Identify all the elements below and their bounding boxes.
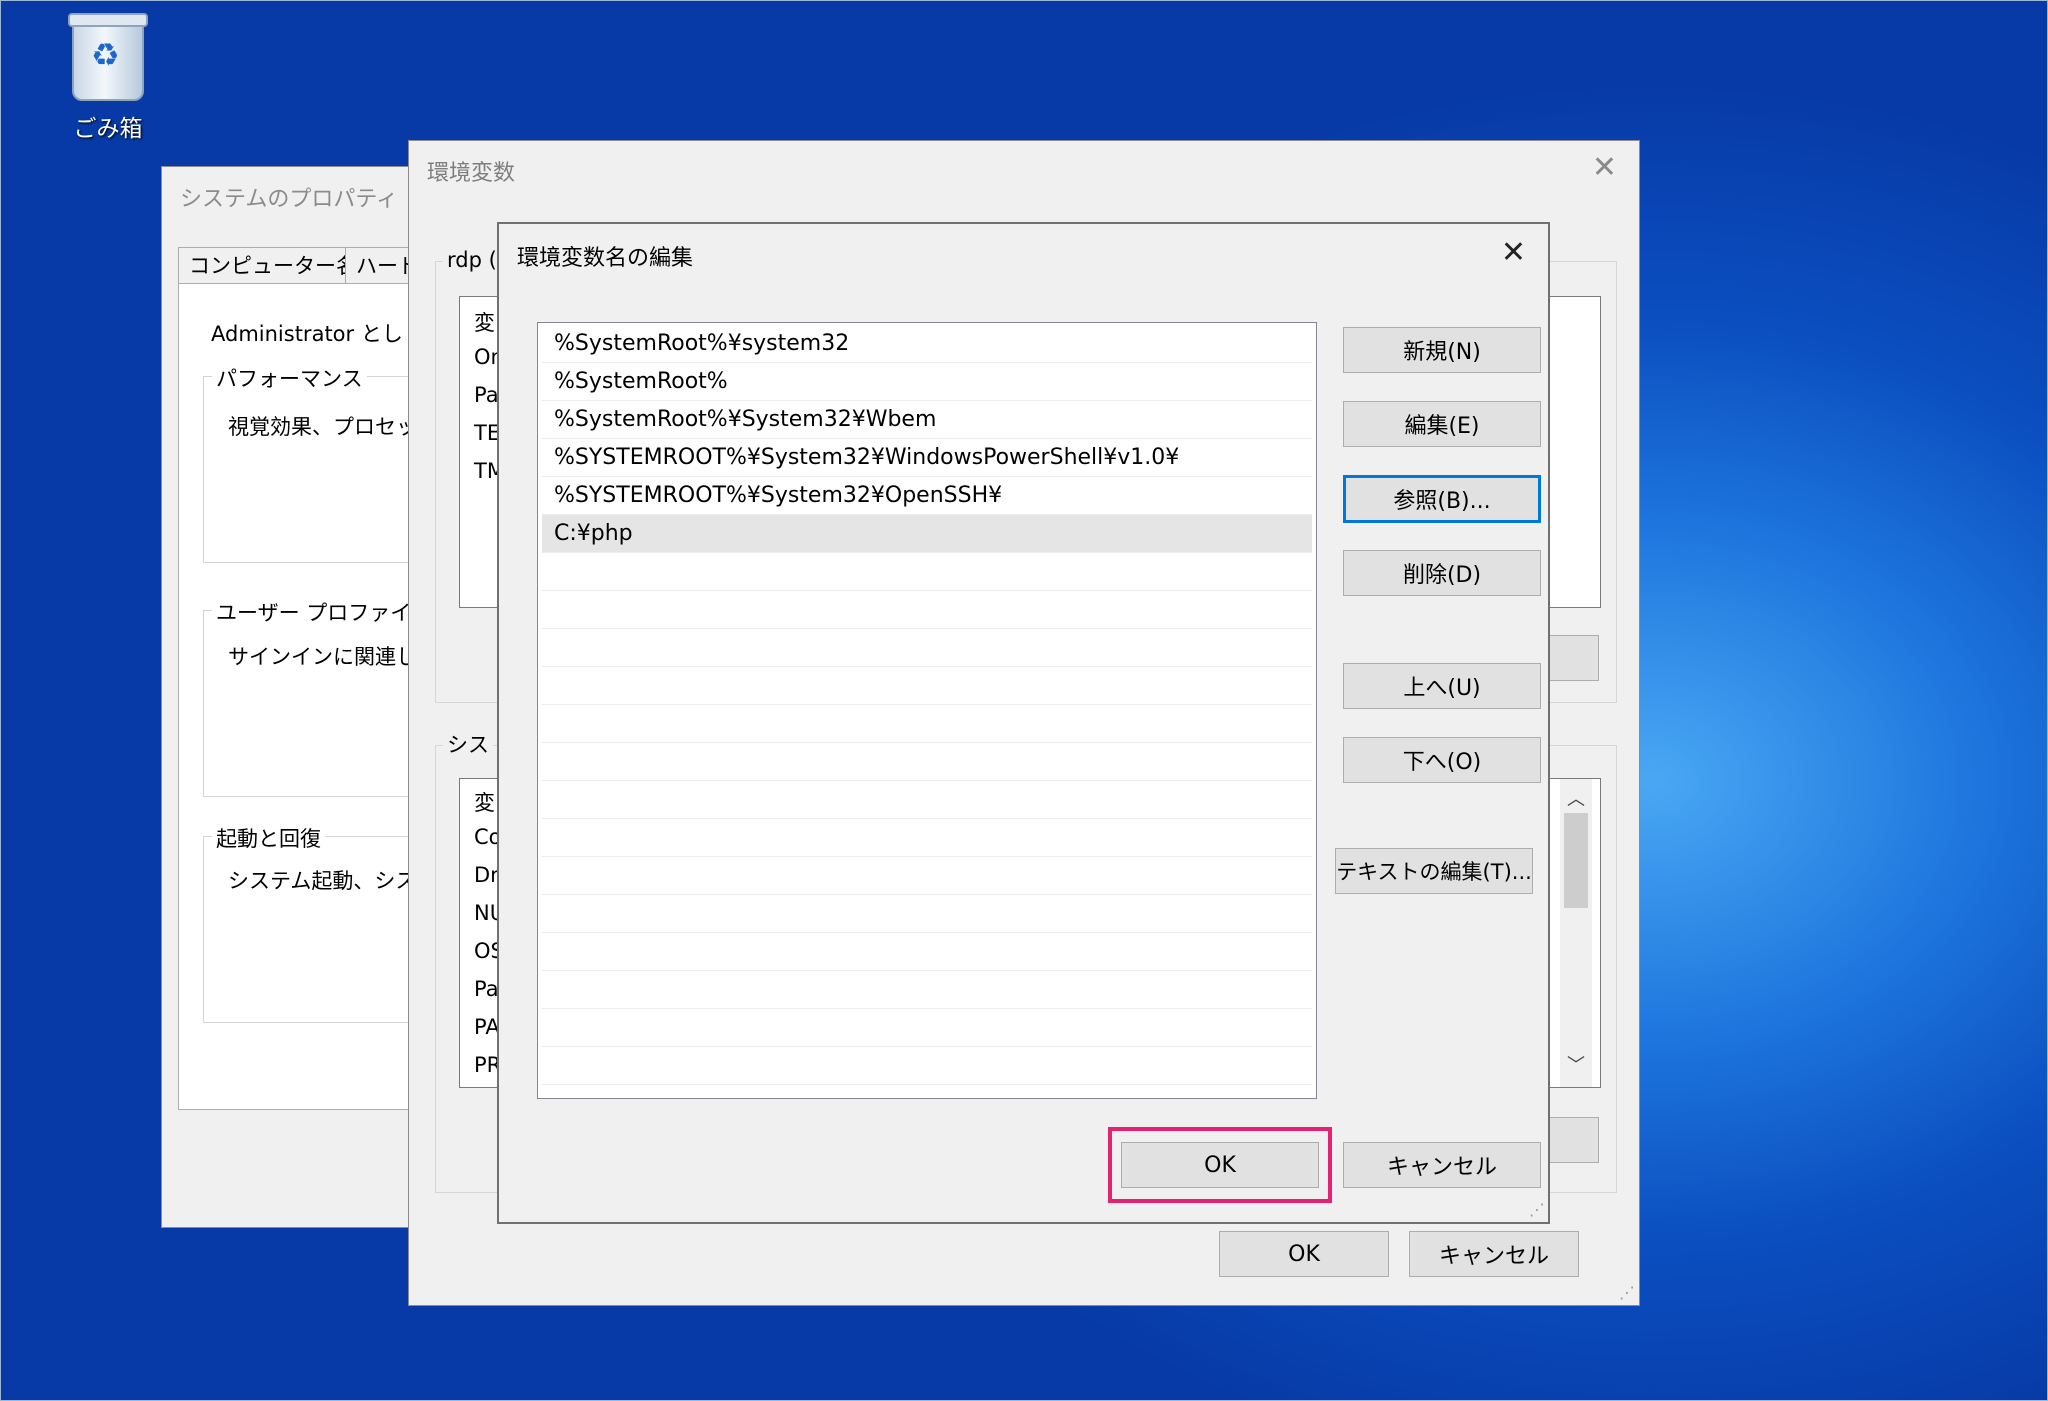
user-delete-button-partial[interactable]	[1549, 635, 1599, 681]
user-profile-text: サインインに関連し	[228, 645, 417, 669]
close-icon[interactable]: ✕	[1592, 153, 1617, 183]
empty-row[interactable]	[542, 933, 1312, 971]
cancel-button[interactable]: キャンセル	[1343, 1142, 1541, 1188]
performance-text: 視覚効果、プロセッ	[228, 415, 417, 439]
empty-row[interactable]	[542, 629, 1312, 667]
move-down-button[interactable]: 下へ(O)	[1343, 737, 1541, 783]
empty-row[interactable]	[542, 781, 1312, 819]
path-row[interactable]: %SystemRoot%¥System32¥Wbem	[542, 401, 1312, 439]
recycle-bin-label: ごみ箱	[73, 116, 143, 142]
env-ok-button[interactable]: OK	[1219, 1231, 1389, 1277]
tab-computer-name[interactable]: コンピューター名	[178, 247, 366, 284]
path-row[interactable]: %SystemRoot%	[542, 363, 1312, 401]
recycle-bin-shortcut[interactable]: ♻ ごみ箱	[53, 13, 163, 143]
recycle-symbol-icon: ♻	[91, 36, 120, 74]
browse-button[interactable]: 参照(B)...	[1343, 475, 1541, 523]
chevron-up-icon[interactable]: ︿	[1560, 785, 1592, 811]
path-row[interactable]: %SYSTEMROOT%¥System32¥WindowsPowerShell¥…	[542, 439, 1312, 477]
edit-button[interactable]: 編集(E)	[1343, 401, 1541, 447]
path-row[interactable]: %SystemRoot%¥system32	[542, 325, 1312, 363]
empty-row[interactable]	[542, 895, 1312, 933]
empty-row[interactable]	[542, 705, 1312, 743]
desktop: ♻ ごみ箱 システムのプロパティ コンピューター名 ハード Administra…	[0, 0, 2048, 1401]
path-row[interactable]: %SYSTEMROOT%¥System32¥OpenSSH¥	[542, 477, 1312, 515]
env-cancel-button[interactable]: キャンセル	[1409, 1231, 1579, 1277]
new-button[interactable]: 新規(N)	[1343, 327, 1541, 373]
performance-legend: パフォーマンス	[212, 363, 367, 393]
list-header-fragment: 変	[474, 791, 495, 815]
path-row-selected[interactable]: C:¥php	[542, 515, 1312, 553]
list-item: Pa	[474, 383, 499, 407]
system-group-label: シス	[443, 729, 493, 759]
empty-row[interactable]	[542, 667, 1312, 705]
delete-button[interactable]: 削除(D)	[1343, 550, 1541, 596]
close-icon[interactable]: ✕	[1501, 238, 1526, 268]
edit-text-button[interactable]: テキストの編集(T)...	[1335, 848, 1533, 894]
empty-row[interactable]	[542, 857, 1312, 895]
dialog-title: 環境変数名の編集	[517, 246, 694, 271]
window-title: 環境変数	[427, 161, 516, 186]
edit-environment-variable-dialog: 環境変数名の編集 ✕ %SystemRoot%¥system32 %System…	[497, 222, 1550, 1224]
list-item: Pa	[474, 977, 499, 1001]
window-title: システムのプロパティ	[180, 187, 399, 212]
list-item: PA	[474, 1015, 500, 1039]
empty-row[interactable]	[542, 1009, 1312, 1047]
chevron-down-icon[interactable]: ﹀	[1560, 1051, 1592, 1077]
system-list-scrollbar[interactable]: ︿ ﹀	[1560, 779, 1592, 1087]
resize-grip-icon[interactable]: ⋰	[1619, 1283, 1635, 1302]
admin-note: Administrator とし	[211, 322, 403, 346]
user-group-label: rdp (	[443, 248, 501, 272]
scrollbar-thumb[interactable]	[1564, 813, 1588, 908]
resize-grip-icon[interactable]: ⋰	[1529, 1200, 1545, 1219]
empty-row[interactable]	[542, 553, 1312, 591]
list-item: Dr	[474, 863, 499, 887]
path-list[interactable]: %SystemRoot%¥system32 %SystemRoot% %Syst…	[537, 322, 1317, 1099]
empty-row[interactable]	[542, 743, 1312, 781]
startup-text: システム起動、シス	[228, 869, 417, 893]
ok-highlight-annotation	[1108, 1127, 1332, 1203]
list-header-fragment: 変	[474, 311, 495, 335]
user-profile-legend: ユーザー プロファイル	[212, 597, 437, 627]
empty-row[interactable]	[542, 971, 1312, 1009]
empty-row[interactable]	[542, 1047, 1312, 1085]
empty-row[interactable]	[542, 591, 1312, 629]
empty-row[interactable]	[542, 819, 1312, 857]
move-up-button[interactable]: 上へ(U)	[1343, 663, 1541, 709]
recycle-bin-icon: ♻	[68, 13, 148, 101]
startup-legend: 起動と回復	[212, 823, 325, 853]
system-delete-button-partial[interactable]	[1549, 1117, 1599, 1163]
